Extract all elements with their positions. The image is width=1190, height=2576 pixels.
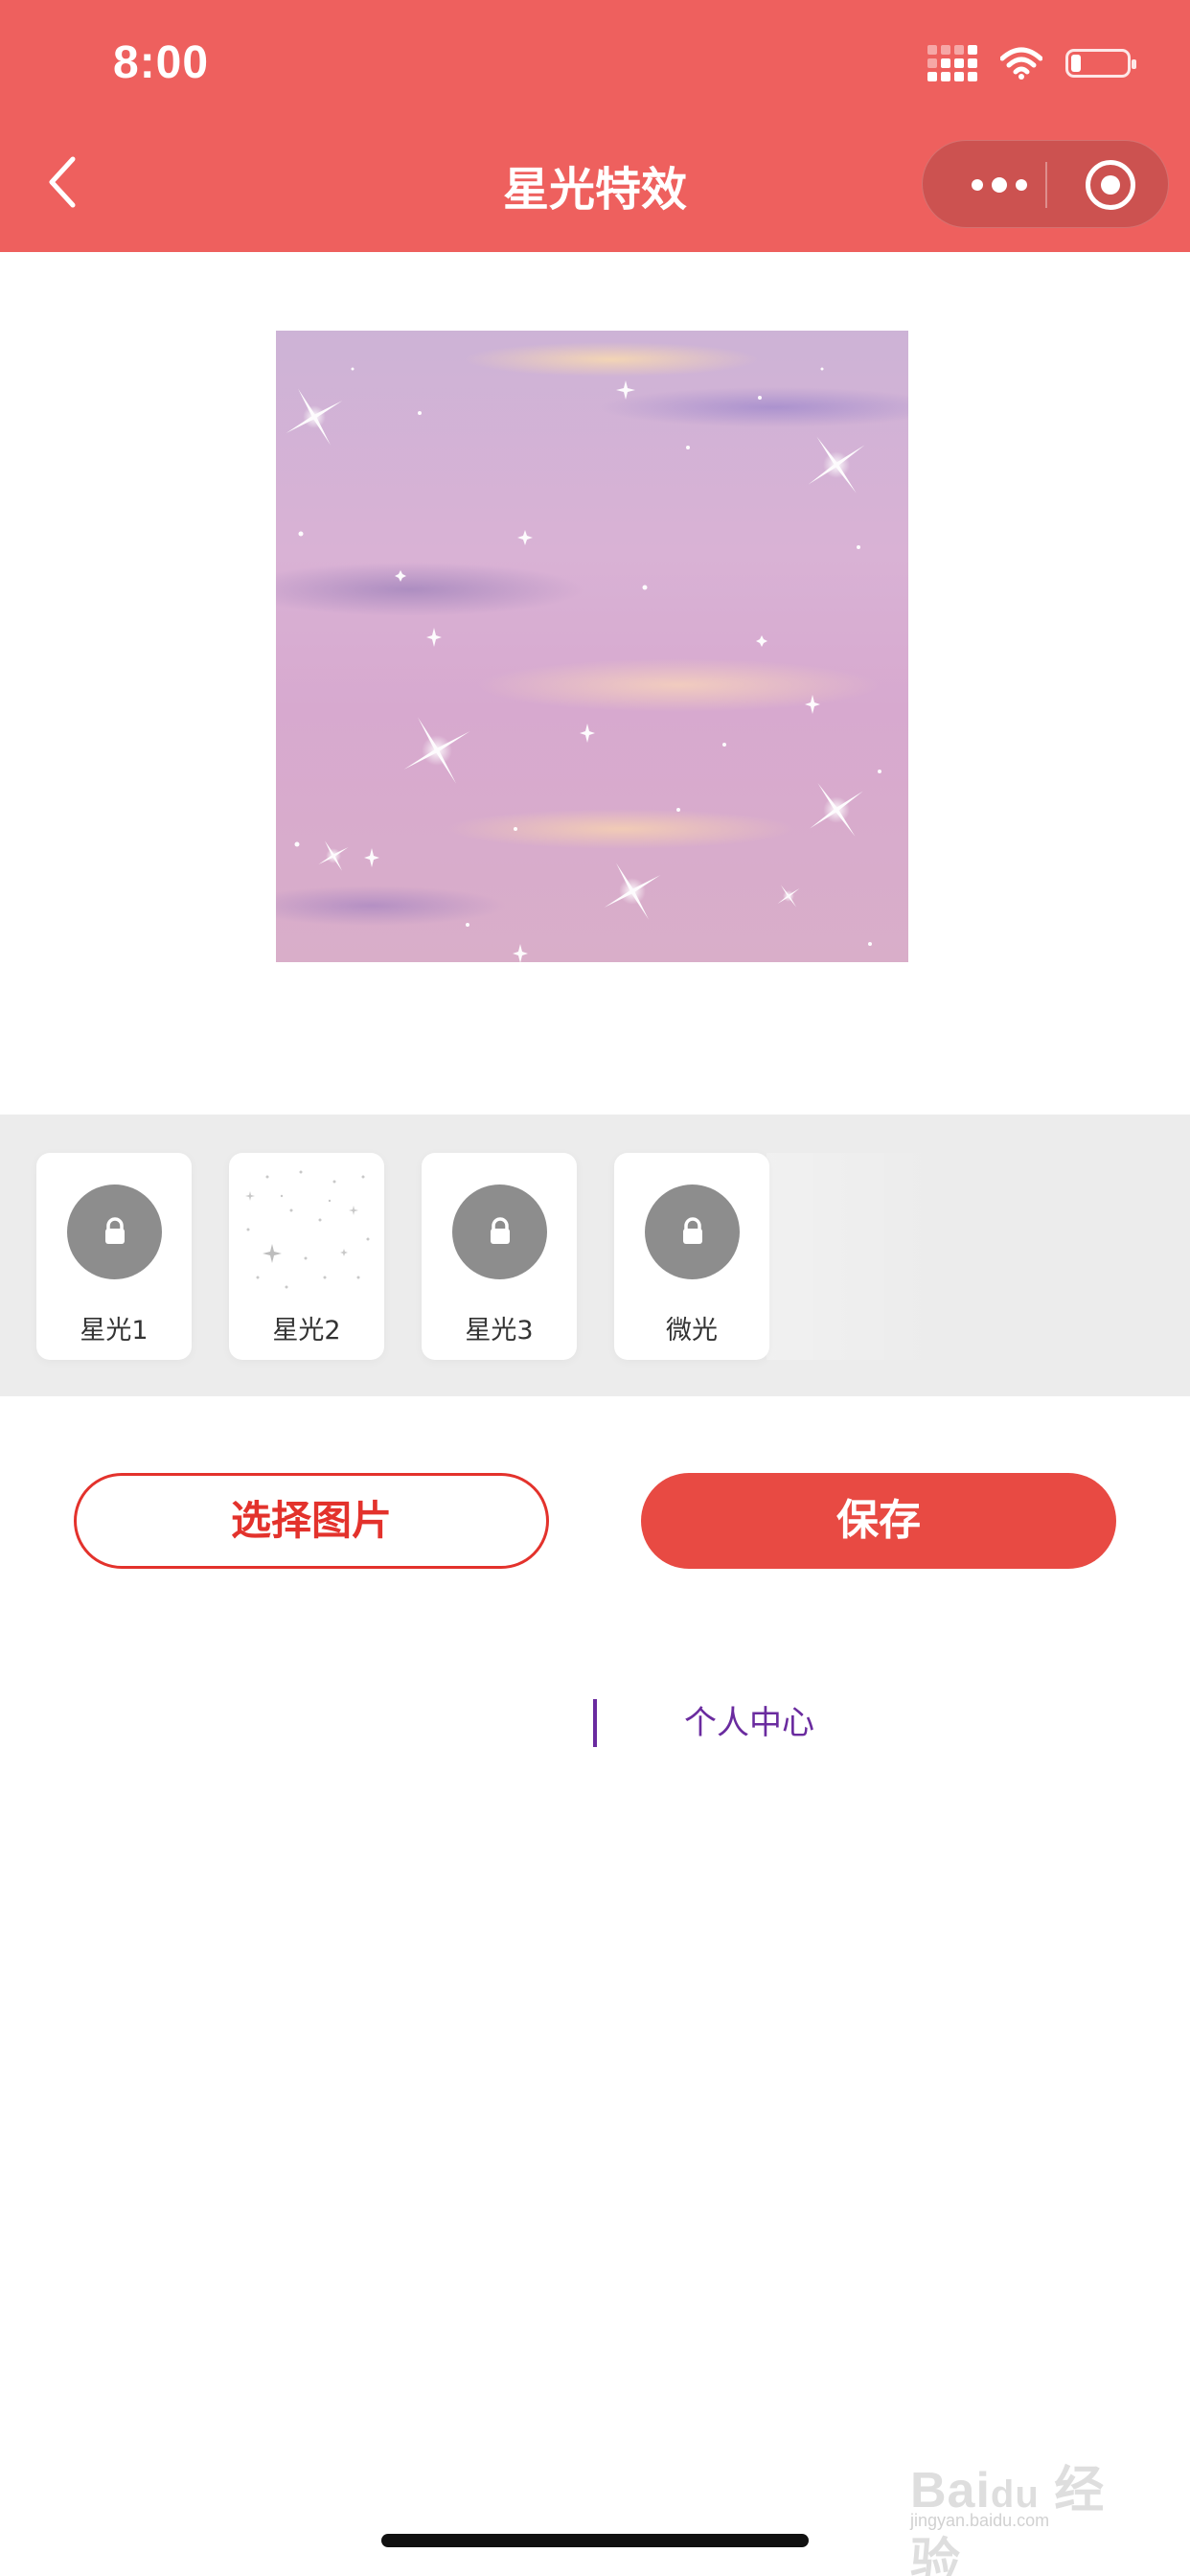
- lock-badge: [645, 1184, 740, 1279]
- close-miniprogram-button[interactable]: [1086, 160, 1135, 210]
- effect-label: 星光1: [80, 1316, 149, 1346]
- effect-label: 星光2: [272, 1316, 341, 1346]
- miniprogram-capsule: [922, 140, 1169, 228]
- starlight-preview-thumb: [229, 1153, 384, 1297]
- preview-image: [276, 331, 908, 962]
- battery-icon: [1065, 49, 1136, 78]
- effect-card-starlight-3[interactable]: 星光3: [422, 1153, 577, 1360]
- select-image-button[interactable]: 选择图片: [74, 1473, 549, 1569]
- effect-label: 微光: [666, 1316, 718, 1346]
- lock-icon: [105, 1217, 125, 1244]
- effects-strip: 星光1 星光2 星光3 微光: [0, 1115, 1190, 1396]
- more-dots-icon: [972, 179, 983, 191]
- cellular-signal-icon: [927, 45, 977, 81]
- lock-icon: [491, 1217, 510, 1244]
- lock-icon: [683, 1217, 702, 1244]
- more-button[interactable]: [961, 141, 1038, 229]
- sparkle-overlay: [286, 367, 881, 962]
- lock-badge: [452, 1184, 547, 1279]
- baidu-jingyan-watermark: Baidu 经验 jingyan.baidu.com: [910, 2463, 1106, 2576]
- effect-card-glimmer[interactable]: 微光: [614, 1153, 769, 1360]
- capsule-divider: [1045, 162, 1047, 208]
- effect-card-starlight-2[interactable]: 星光2: [229, 1153, 384, 1360]
- link-divider: [593, 1699, 597, 1747]
- lock-badge: [67, 1184, 162, 1279]
- status-icons: [927, 44, 1136, 82]
- effect-label: 星光3: [465, 1316, 534, 1346]
- app-screen: 8:00 星光特效 星光1 星光2 星光3 微光 选择图片 保存 个人中心 Ba…: [0, 0, 1190, 2576]
- save-button[interactable]: 保存: [641, 1473, 1116, 1569]
- home-indicator[interactable]: [381, 2534, 809, 2547]
- personal-center-link[interactable]: 个人中心: [684, 1699, 814, 1747]
- effect-card-starlight-1[interactable]: 星光1: [36, 1153, 192, 1360]
- status-time: 8:00: [113, 37, 210, 88]
- header-bar: 8:00 星光特效: [0, 0, 1190, 252]
- wifi-icon: [1000, 47, 1042, 80]
- scroll-fade: [767, 1153, 939, 1360]
